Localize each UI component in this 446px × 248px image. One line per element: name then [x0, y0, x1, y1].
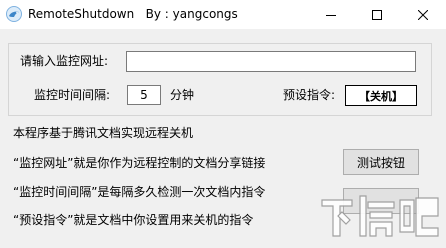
app-window: RemoteShutdown By : yangcongs 请输入监控网址: 监…	[0, 0, 446, 248]
interval-label: 监控时间间隔:	[34, 88, 111, 102]
description-line-4: “预设指令”就是文档中你设置用来关机的指令	[13, 213, 254, 227]
title-bar[interactable]: RemoteShutdown By : yangcongs	[0, 0, 446, 29]
description-line-1: 本程序基于腾讯文档实现远程关机	[13, 126, 194, 140]
maximize-icon	[372, 5, 382, 24]
maximize-button[interactable]	[354, 0, 400, 29]
description-line-3: “监控时间间隔”是每隔多久检测一次文档内指令	[13, 185, 266, 199]
download-logo-icon	[318, 186, 442, 242]
minimize-icon	[326, 5, 336, 24]
description-line-2: “监控网址”就是你作为远程控制的文档分享链接	[13, 156, 266, 170]
url-label: 请输入监控网址:	[20, 54, 109, 68]
close-icon	[417, 5, 429, 24]
url-input[interactable]	[126, 51, 416, 72]
interval-input[interactable]	[127, 85, 161, 105]
minimize-button[interactable]	[308, 0, 354, 29]
command-input[interactable]	[345, 85, 417, 106]
interval-unit-label: 分钟	[170, 88, 195, 102]
bird-app-icon	[6, 6, 22, 22]
close-button[interactable]	[400, 0, 446, 29]
test-button[interactable]: 测试按钮	[343, 149, 419, 175]
window-title: RemoteShutdown By : yangcongs	[28, 7, 238, 21]
command-label: 预设指令:	[283, 88, 336, 102]
